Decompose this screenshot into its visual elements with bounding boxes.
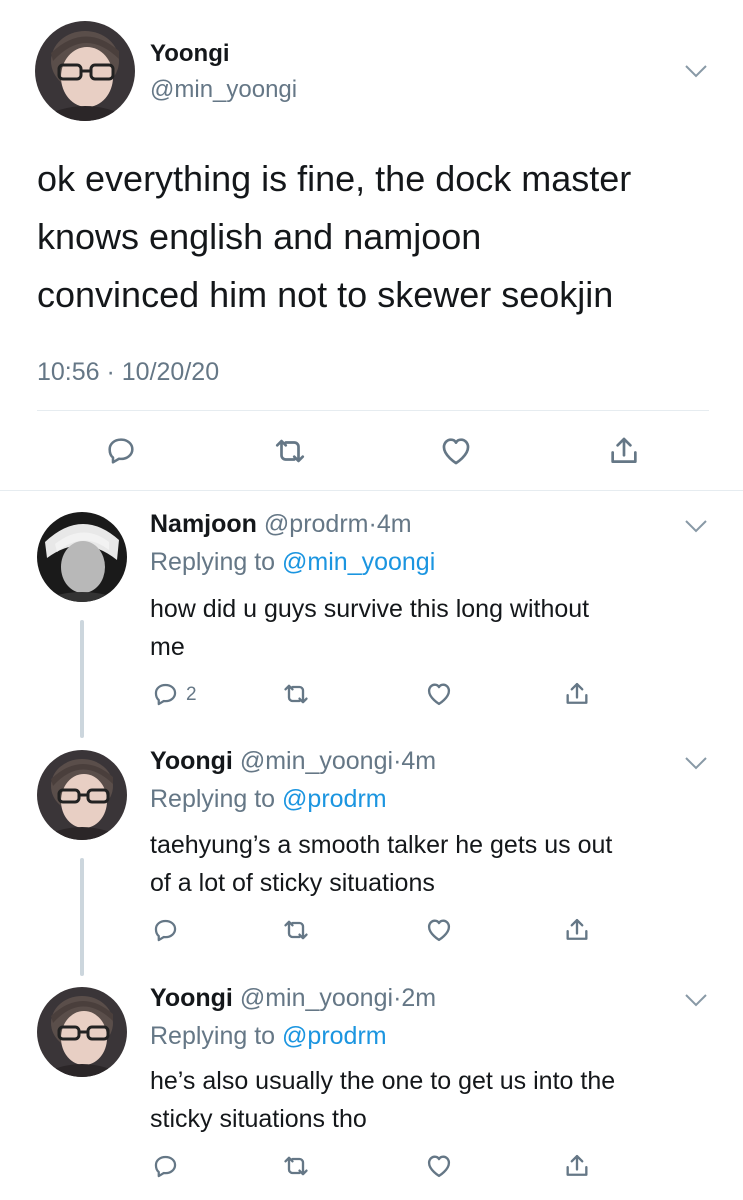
reply-header: Namjoon @prodrm·4m xyxy=(150,510,412,539)
tweet-text-line: convinced him not to skewer seokjin xyxy=(37,274,614,315)
divider xyxy=(37,410,709,411)
replying-to-handle[interactable]: @prodrm xyxy=(282,785,387,813)
retweet-button[interactable] xyxy=(276,674,316,714)
replying-to-handle[interactable]: @prodrm xyxy=(282,1022,387,1050)
timestamp[interactable]: 10:56 · 10/20/20 xyxy=(37,358,219,387)
retweet-button[interactable] xyxy=(276,1146,316,1186)
chevron-down-icon[interactable] xyxy=(684,992,708,1008)
reply-icon xyxy=(154,1155,176,1177)
tweet-text-line: how did u guys survive this long without xyxy=(150,595,590,623)
retweet-icon xyxy=(284,1156,308,1176)
separator-dot: · xyxy=(368,510,377,538)
reply-count: 2 xyxy=(186,684,197,705)
reply-button[interactable] xyxy=(145,1146,185,1186)
chevron-down-icon[interactable] xyxy=(684,755,708,771)
reply-icon xyxy=(108,438,134,464)
tweet-text-line: knows english and namjoon xyxy=(37,216,482,257)
reply-header: Yoongi @min_yoongi·2m xyxy=(150,984,436,1013)
divider xyxy=(0,490,743,491)
tweet-text-line: ok everything is fine, the dock master xyxy=(37,158,632,199)
retweet-button[interactable] xyxy=(270,431,310,471)
retweet-button[interactable] xyxy=(276,910,316,950)
reply-icon xyxy=(154,683,176,705)
like-icon xyxy=(442,438,470,465)
like-button[interactable] xyxy=(419,1146,459,1186)
tweet-text: he’s also usually the one to get us into… xyxy=(150,1062,615,1138)
like-icon xyxy=(427,919,451,942)
chevron-down-icon[interactable] xyxy=(684,518,708,534)
replying-to-prefix: Replying to xyxy=(150,785,276,813)
replying-to-handle[interactable]: @min_yoongi xyxy=(282,548,435,576)
avatar[interactable] xyxy=(37,512,127,602)
avatar[interactable] xyxy=(37,750,127,840)
tweet-text-line: me xyxy=(150,633,185,661)
replying-to: Replying to @prodrm xyxy=(150,1022,387,1051)
tweet-text-line: taehyung’s a smooth talker he gets us ou… xyxy=(150,831,613,859)
thread-line xyxy=(80,620,84,738)
tweet-text-line: he’s also usually the one to get us into… xyxy=(150,1067,616,1095)
replying-to-prefix: Replying to xyxy=(150,1022,276,1050)
tweet-text: ok everything is fine, the dock master k… xyxy=(37,150,631,324)
share-icon xyxy=(566,918,588,940)
reply-button[interactable] xyxy=(145,910,185,950)
like-button[interactable] xyxy=(419,910,459,950)
share-button[interactable] xyxy=(557,910,597,950)
relative-time[interactable]: 4m xyxy=(401,747,436,775)
handle[interactable]: @prodrm xyxy=(264,510,369,538)
retweet-icon xyxy=(284,920,308,940)
avatar[interactable] xyxy=(35,21,135,121)
retweet-icon xyxy=(275,439,305,463)
reply-icon xyxy=(154,919,176,941)
share-icon xyxy=(566,1154,588,1176)
like-button[interactable] xyxy=(419,674,459,714)
replying-to: Replying to @min_yoongi xyxy=(150,548,435,577)
chevron-down-icon[interactable] xyxy=(684,63,708,79)
replying-to: Replying to @prodrm xyxy=(150,785,387,814)
like-button[interactable] xyxy=(436,431,476,471)
retweet-icon xyxy=(284,684,308,704)
tweet-text: taehyung’s a smooth talker he gets us ou… xyxy=(150,826,612,902)
handle[interactable]: @min_yoongi xyxy=(150,76,297,104)
thread-line xyxy=(80,858,84,976)
display-name[interactable]: Namjoon xyxy=(150,510,257,538)
handle[interactable]: @min_yoongi xyxy=(240,984,393,1012)
display-name[interactable]: Yoongi xyxy=(150,984,233,1012)
share-icon xyxy=(566,682,588,704)
reply-button[interactable] xyxy=(145,674,185,714)
display-name[interactable]: Yoongi xyxy=(150,747,233,775)
display-name[interactable]: Yoongi xyxy=(150,40,230,68)
relative-time[interactable]: 4m xyxy=(377,510,412,538)
share-button[interactable] xyxy=(557,674,597,714)
handle[interactable]: @min_yoongi xyxy=(240,747,393,775)
reply-header: Yoongi @min_yoongi·4m xyxy=(150,747,436,776)
share-icon xyxy=(611,437,637,463)
like-icon xyxy=(427,683,451,706)
replying-to-prefix: Replying to xyxy=(150,548,276,576)
share-button[interactable] xyxy=(604,431,644,471)
like-icon xyxy=(427,1155,451,1178)
share-button[interactable] xyxy=(557,1146,597,1186)
tweet-text-line: sticky situations tho xyxy=(150,1105,367,1133)
tweet-text-line: of a lot of sticky situations xyxy=(150,869,435,897)
relative-time[interactable]: 2m xyxy=(401,984,436,1012)
tweet-text: how did u guys survive this long without… xyxy=(150,590,589,666)
reply-button[interactable] xyxy=(101,431,141,471)
avatar[interactable] xyxy=(37,987,127,1077)
